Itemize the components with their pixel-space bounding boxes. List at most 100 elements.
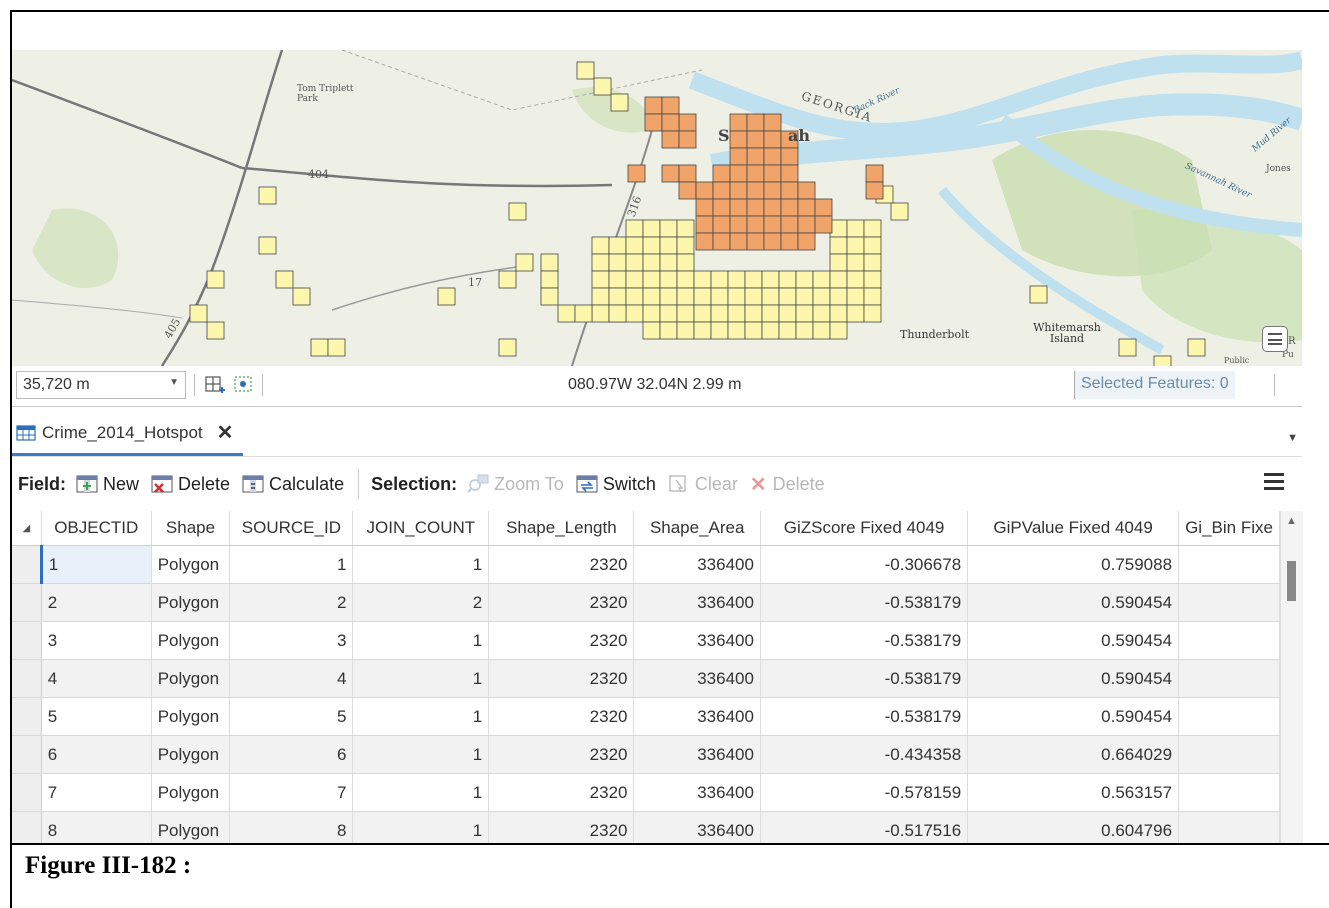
table-cell[interactable]: 2320 [488, 545, 635, 584]
row-selector[interactable] [12, 735, 42, 774]
scale-selector[interactable]: 35,720 m ▼ [16, 371, 186, 399]
table-cell[interactable] [1178, 545, 1280, 584]
column-header[interactable]: SOURCE_ID [229, 511, 354, 546]
table-cell[interactable]: -0.538179 [760, 659, 969, 698]
table-cell[interactable]: Polygon [151, 735, 231, 774]
table-cell[interactable]: 336400 [633, 583, 761, 622]
row-selector[interactable] [12, 697, 42, 736]
map-view[interactable]: Tom Triplett Park 404 316 405 17 S ah GE… [12, 50, 1302, 366]
table-cell[interactable]: 2320 [488, 621, 635, 660]
table-cell[interactable]: 1 [352, 545, 490, 584]
row-selector[interactable] [12, 545, 42, 584]
row-selector[interactable] [12, 621, 42, 660]
table-cell[interactable]: 5 [229, 697, 354, 736]
table-cell[interactable]: Polygon [151, 545, 231, 584]
table-cell[interactable] [1178, 697, 1280, 736]
table-cell[interactable] [1178, 621, 1280, 660]
table-cell[interactable]: 0.759088 [967, 545, 1180, 584]
column-header[interactable]: Gi_Bin Fixe [1178, 511, 1280, 546]
column-header[interactable]: Shape_Area [633, 511, 761, 546]
table-cell[interactable]: Polygon [151, 621, 231, 660]
selected-features-count[interactable]: Selected Features: 0 [1074, 371, 1235, 399]
row-selector[interactable] [12, 659, 42, 698]
table-cell[interactable]: 0.563157 [967, 773, 1180, 812]
table-cell[interactable]: 1 [352, 659, 490, 698]
table-cell[interactable]: 2320 [488, 659, 635, 698]
table-cell[interactable]: 2320 [488, 697, 635, 736]
delete-selection-button[interactable]: ✕ Delete [750, 472, 825, 497]
table-row[interactable]: 5 Polygon 5 1 2320 336400 -0.538179 0.590454 [12, 697, 1280, 736]
table-cell[interactable] [1178, 735, 1280, 774]
table-cell[interactable]: 3 [41, 621, 152, 660]
table-cell[interactable]: 2320 [488, 773, 635, 812]
table-cell[interactable]: 6 [229, 735, 354, 774]
grid-add-icon[interactable] [204, 373, 226, 395]
table-row[interactable]: 4 Polygon 4 1 2320 336400 -0.538179 0.590454 [12, 659, 1280, 698]
table-cell[interactable]: 336400 [633, 811, 761, 844]
table-cell[interactable]: 7 [229, 773, 354, 812]
table-cell[interactable]: 2320 [488, 811, 635, 844]
table-cell[interactable]: 1 [229, 545, 354, 584]
scroll-up-icon[interactable]: ▲ [1286, 515, 1297, 527]
table-cell[interactable]: Polygon [151, 697, 231, 736]
table-cell[interactable]: 0.604796 [967, 811, 1180, 844]
tab-list-dropdown-icon[interactable]: ▼ [1287, 432, 1298, 444]
table-row[interactable]: 2 Polygon 2 2 2320 336400 -0.538179 0.590454 [12, 583, 1280, 622]
table-cell[interactable]: -0.538179 [760, 583, 969, 622]
table-cell[interactable]: 2 [352, 583, 490, 622]
table-cell[interactable]: 336400 [633, 773, 761, 812]
table-cell[interactable]: -0.538179 [760, 697, 969, 736]
table-cell[interactable]: -0.578159 [760, 773, 969, 812]
table-cell[interactable]: -0.517516 [760, 811, 969, 844]
table-cell[interactable]: 6 [41, 735, 152, 774]
table-cell[interactable]: 336400 [633, 659, 761, 698]
map-overlay-toggle[interactable] [1262, 326, 1288, 352]
table-cell[interactable]: 0.590454 [967, 621, 1180, 660]
column-header[interactable]: Shape [151, 511, 231, 546]
column-header[interactable]: OBJECTID [41, 511, 152, 546]
table-row[interactable]: 8 Polygon 8 1 2320 336400 -0.517516 0.604796 [12, 811, 1280, 844]
row-selector[interactable] [12, 583, 42, 622]
table-cell[interactable] [1178, 811, 1280, 844]
close-icon[interactable]: ✕ [217, 420, 234, 445]
table-cell[interactable]: 8 [41, 811, 152, 844]
table-menu-icon[interactable] [1264, 473, 1284, 494]
table-cell[interactable]: 0.590454 [967, 697, 1180, 736]
table-cell[interactable]: 5 [41, 697, 152, 736]
table-cell[interactable]: 2 [41, 583, 152, 622]
row-selector[interactable] [12, 773, 42, 812]
table-cell[interactable]: 0.590454 [967, 583, 1180, 622]
table-cell[interactable]: 1 [352, 735, 490, 774]
table-cell[interactable]: -0.306678 [760, 545, 969, 584]
table-cell[interactable]: 4 [229, 659, 354, 698]
table-cell[interactable]: 1 [39, 545, 152, 584]
table-row[interactable]: 3 Polygon 3 1 2320 336400 -0.538179 0.590454 [12, 621, 1280, 660]
column-header[interactable]: JOIN_COUNT [352, 511, 490, 546]
table-cell[interactable]: -0.434358 [760, 735, 969, 774]
vertical-scrollbar[interactable]: ▲ [1280, 511, 1303, 844]
table-cell[interactable]: 3 [229, 621, 354, 660]
table-cell[interactable]: 1 [352, 773, 490, 812]
table-cell[interactable]: 1 [352, 697, 490, 736]
column-header[interactable]: GiPValue Fixed 4049 [967, 511, 1180, 546]
table-cell[interactable]: 336400 [633, 697, 761, 736]
table-cell[interactable]: 2320 [488, 735, 635, 774]
table-cell[interactable]: -0.538179 [760, 621, 969, 660]
map-canvas[interactable] [12, 50, 1302, 366]
delete-field-button[interactable]: Delete [151, 474, 230, 495]
table-cell[interactable]: 2320 [488, 583, 635, 622]
table-cell[interactable]: Polygon [151, 659, 231, 698]
table-row[interactable]: 1 Polygon 1 1 2320 336400 -0.306678 0.759088 [12, 545, 1280, 584]
snapping-icon[interactable] [232, 373, 254, 395]
table-cell[interactable]: 336400 [633, 545, 761, 584]
table-cell[interactable]: 1 [352, 811, 490, 844]
table-row[interactable]: 7 Polygon 7 1 2320 336400 -0.578159 0.563157 [12, 773, 1280, 812]
column-header[interactable]: GiZScore Fixed 4049 [760, 511, 969, 546]
column-header[interactable]: Shape_Length [488, 511, 635, 546]
switch-selection-button[interactable]: Switch [576, 474, 656, 495]
table-cell[interactable]: 336400 [633, 621, 761, 660]
table-cell[interactable]: 4 [41, 659, 152, 698]
table-cell[interactable]: Polygon [151, 811, 231, 844]
table-cell[interactable]: 0.590454 [967, 659, 1180, 698]
table-cell[interactable] [1178, 773, 1280, 812]
